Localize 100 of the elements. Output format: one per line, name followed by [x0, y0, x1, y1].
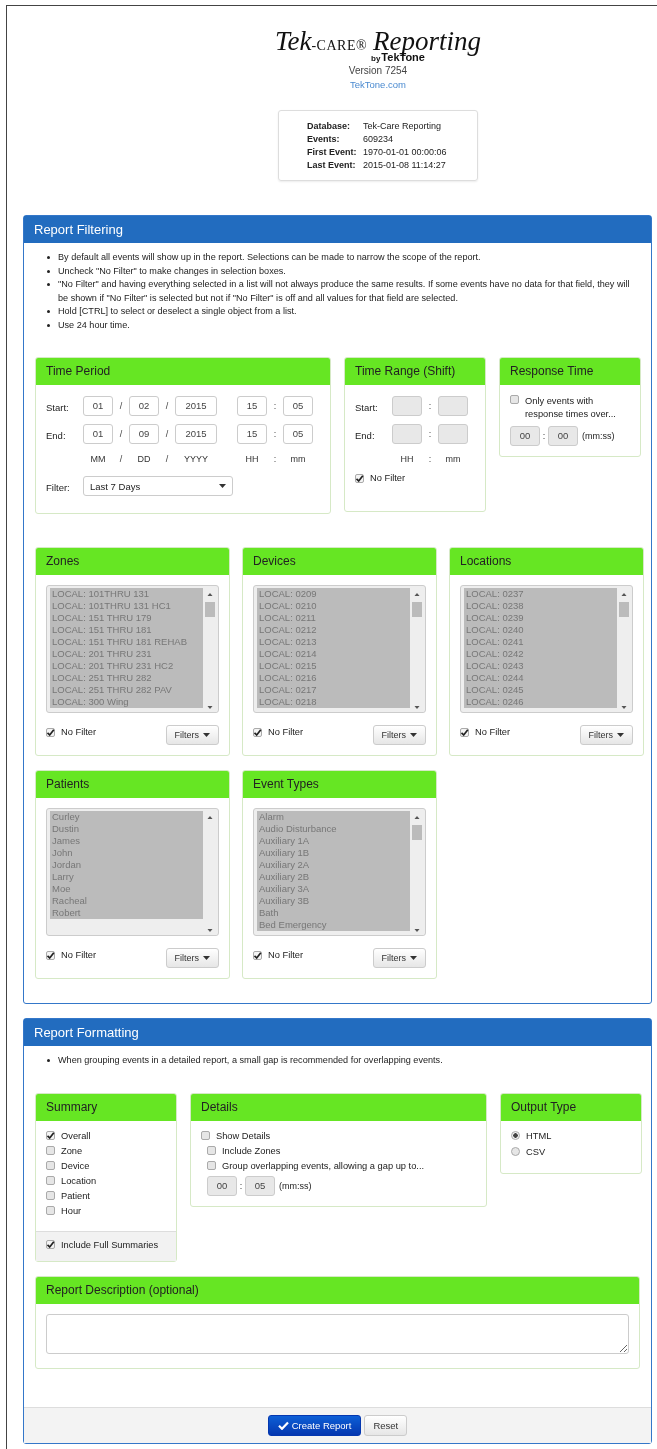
info-value: Tek-Care Reporting [362, 121, 442, 131]
caret-icon [410, 733, 417, 737]
unit-label: (mm:ss) [279, 1180, 312, 1191]
separator-text: / [118, 429, 124, 439]
unit-label: DD [136, 454, 152, 464]
separator-text: : [427, 454, 433, 464]
panel-title: Report Description (optional) [36, 1276, 639, 1304]
panel-title: Time Period [36, 358, 330, 385]
input-field[interactable]: 02 [129, 396, 159, 416]
panel-title: Zones [36, 548, 229, 575]
option-label: No Filter [268, 950, 304, 960]
option-label: Show Details [216, 1130, 271, 1141]
info-value: 609234 [362, 134, 394, 144]
separator-text: / [118, 401, 124, 411]
separator-text: / [164, 454, 170, 464]
panel-title: Locations [450, 548, 643, 575]
description-field[interactable] [46, 1313, 629, 1354]
note-text: When grouping events in a detailed report, a small gap is recommended for overlapping events. [58, 1054, 443, 1067]
input-field[interactable]: 2015 [175, 424, 217, 444]
bullet-icon [47, 323, 50, 327]
radio-button[interactable] [511, 1131, 520, 1140]
unit-label: mm [444, 454, 462, 464]
panel-title: Event Types [243, 771, 436, 798]
bullet-icon [47, 310, 50, 313]
caret-icon [219, 484, 226, 488]
separator-text: : [541, 431, 547, 441]
caret-icon [203, 956, 210, 960]
option-label: CSV [526, 1146, 546, 1157]
option-label: Group overlapping events, allowing a gap up to... [222, 1160, 425, 1171]
note-text: "No Filter" and having everything selected in a list will not always produce the same results. If some events have no data for that field, they will be shown if "No Filter" is selected but not if "No Filter" is off and all values for that field are selected. [58, 278, 631, 305]
option-label: No Filter [370, 473, 406, 483]
info-label: Database: [307, 121, 352, 131]
checkbox[interactable] [46, 1191, 55, 1200]
panel-title: Devices [243, 548, 436, 575]
logo-text: by [371, 54, 381, 63]
bullet-icon [47, 269, 50, 273]
option-label: HTML [526, 1130, 552, 1141]
option-label: No Filter [475, 727, 511, 737]
info-label: First Event: [307, 147, 358, 157]
bullet-icon [47, 256, 50, 259]
note-text: Uncheck "No Filter" to make changes in selection boxes. [58, 264, 286, 278]
input-field[interactable]: 01 [83, 424, 113, 444]
separator-text: : [427, 401, 433, 411]
option-label: No Filter [61, 727, 97, 737]
option-label: Location [61, 1175, 97, 1186]
caret-icon [203, 733, 210, 737]
checkbox[interactable] [46, 1161, 55, 1170]
field-label: Start: [46, 401, 70, 413]
checkbox[interactable] [46, 1131, 55, 1140]
version-text: Version 7254 [347, 65, 409, 76]
note-text: Hold [CTRL] to select or deselect a single object from a list. [58, 305, 297, 318]
panel-title: Summary [36, 1093, 176, 1121]
separator-text: / [118, 454, 124, 464]
input-field[interactable]: 15 [237, 424, 267, 444]
checkbox[interactable] [46, 1240, 55, 1249]
checkbox[interactable] [46, 1176, 55, 1185]
caret-icon [617, 733, 624, 737]
option-label: Zone [61, 1145, 83, 1156]
info-value: 1970-01-01 00:00:06 [362, 147, 448, 157]
input-field[interactable]: 05 [283, 424, 313, 444]
panel-title: Time Range (Shift) [345, 358, 485, 385]
reset-button[interactable]: Reset [364, 1414, 408, 1436]
input-field[interactable]: 2015 [175, 396, 217, 416]
option-label: Include Zones [222, 1145, 281, 1156]
website-link[interactable]: TekTone.com [350, 79, 406, 90]
logo-text: Tek [274, 26, 312, 56]
input-field[interactable]: 01 [83, 396, 113, 416]
bullet-icon [47, 283, 50, 286]
checkbox[interactable] [46, 1146, 55, 1155]
filter-dropdown[interactable]: Last 7 Days [83, 476, 233, 496]
unit-label: (mm:ss) [582, 431, 615, 441]
note-text: Use 24 hour time. [58, 318, 130, 332]
info-value: 2015-01-08 11:14:27 [362, 160, 447, 170]
unit-label: HH [244, 454, 260, 464]
separator-text: : [427, 429, 433, 439]
option-label: Include Full Summaries [61, 1239, 159, 1250]
input-field[interactable]: 05 [283, 396, 313, 416]
option-label: No Filter [61, 950, 97, 960]
radio-button[interactable] [511, 1147, 520, 1156]
separator-text: / [164, 401, 170, 411]
field-label: Filter: [46, 481, 71, 493]
input-field[interactable]: 15 [237, 396, 267, 416]
input-field[interactable]: 09 [129, 424, 159, 444]
section-title: Report Formatting [24, 1019, 651, 1046]
option-label: Patient [61, 1190, 90, 1201]
info-label: Last Event: [307, 160, 357, 170]
separator-text: : [238, 1180, 244, 1191]
panel-title: Patients [36, 771, 229, 798]
separator-text: / [164, 429, 170, 439]
option-label: Overall [61, 1130, 91, 1141]
option-label: Device [61, 1160, 90, 1171]
separator-text: : [272, 401, 278, 411]
create-report-button[interactable]: Create Report [267, 1414, 362, 1436]
note-text: By default all events will show up in the report. Selections can be made to narrow the scope of the report. [58, 251, 481, 264]
section-title: Report Filtering [24, 216, 651, 243]
checkbox[interactable] [46, 1206, 55, 1215]
separator-text: : [272, 429, 278, 439]
caret-icon [410, 956, 417, 960]
info-label: Events: [307, 134, 341, 144]
option-label: No Filter [268, 727, 304, 737]
